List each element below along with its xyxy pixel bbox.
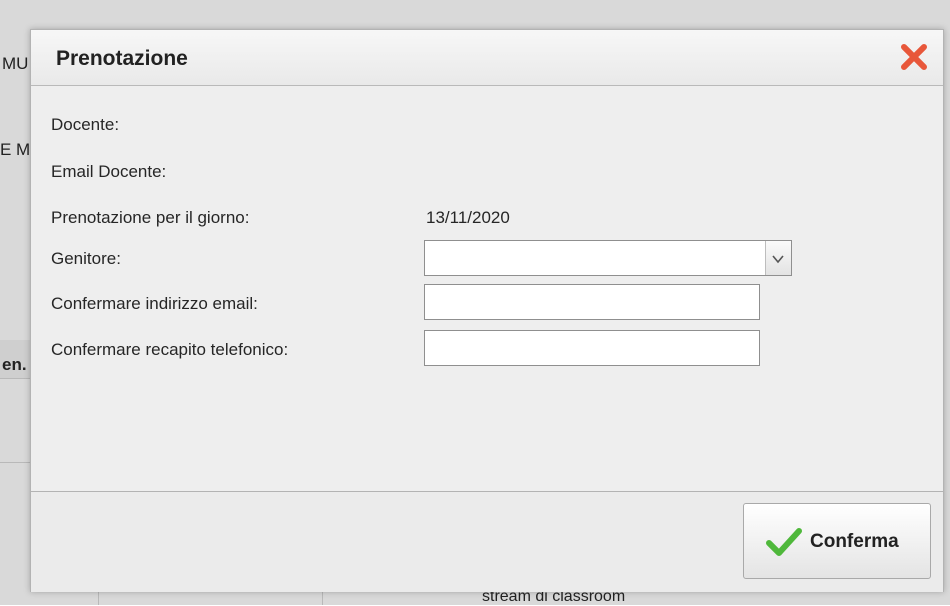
dialog-footer: Conferma bbox=[31, 491, 943, 592]
background-text-fragment: en. bbox=[2, 355, 27, 374]
background-divider bbox=[0, 462, 30, 463]
confirm-button-label: Conferma bbox=[810, 531, 899, 552]
booking-date-value: 13/11/2020 bbox=[426, 208, 510, 227]
genitore-select[interactable] bbox=[424, 240, 792, 276]
confirm-phone-input[interactable] bbox=[424, 330, 760, 366]
docente-label: Docente: bbox=[51, 115, 120, 134]
confirm-email-label: Confermare indirizzo email: bbox=[51, 294, 258, 313]
checkmark-icon bbox=[766, 527, 802, 557]
background-divider bbox=[0, 378, 30, 379]
dialog-title: Prenotazione bbox=[56, 47, 188, 70]
genitore-label: Genitore: bbox=[51, 249, 121, 268]
background-divider bbox=[322, 590, 323, 605]
dialog-header: Prenotazione bbox=[31, 30, 943, 86]
confirm-phone-label: Confermare recapito telefonico: bbox=[51, 340, 289, 359]
background-text-fragment: E M bbox=[0, 140, 31, 159]
background-divider bbox=[98, 590, 99, 605]
booking-dialog: Prenotazione Docente: Email Docente: Pre… bbox=[30, 29, 944, 592]
confirm-email-input[interactable] bbox=[424, 284, 760, 320]
booking-date-label: Prenotazione per il giorno: bbox=[51, 208, 250, 227]
email-docente-label: Email Docente: bbox=[51, 162, 167, 181]
chevron-down-icon[interactable] bbox=[765, 241, 791, 275]
background-text-fragment: MU bbox=[2, 54, 29, 73]
close-icon[interactable] bbox=[899, 42, 929, 72]
confirm-button[interactable]: Conferma bbox=[743, 503, 931, 579]
dialog-body: Docente: Email Docente: Prenotazione per… bbox=[31, 86, 943, 491]
